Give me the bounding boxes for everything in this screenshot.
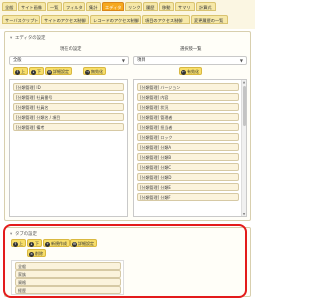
tab-general[interactable]: 全般	[2, 2, 17, 11]
current-settings-list[interactable]: [分類管理] ID [分類管理] 社員番号 [分類管理] 社員名 [分類管理] …	[9, 79, 128, 217]
editor-settings-panel: ▾ エディタの設定 現在の設定 選択肢一覧 全般 ▼ 項目 ▼ ↑ 上 ↓ 下 ⚙ 詳細設定…	[4, 31, 251, 221]
scroll-thumb[interactable]	[243, 86, 246, 126]
arrow-right-icon: →	[85, 70, 90, 75]
tab-filter[interactable]: フィルタ	[63, 2, 85, 11]
scroll-up-icon[interactable]: ▲	[242, 80, 246, 84]
list-item[interactable]: [分類管理] 分類C	[137, 163, 239, 171]
enable-button[interactable]: ← 有効化	[179, 67, 202, 75]
tab-server-script[interactable]: サーバスクリプト	[2, 15, 40, 24]
available-options-select[interactable]: 項目 ▼	[133, 56, 247, 65]
list-item[interactable]: [分類管理] 内容	[137, 93, 239, 101]
list-item[interactable]: [分類管理] ID	[13, 83, 124, 91]
chevron-down-icon: ▼	[121, 58, 125, 63]
tab-aggregation[interactable]: 集計	[86, 2, 101, 11]
current-settings-label: 現在の設定	[60, 47, 82, 52]
list-item[interactable]: [分類管理] 状況	[137, 103, 239, 111]
list-item[interactable]: [分類管理] 分類D	[137, 173, 239, 181]
tab-move[interactable]: 移動	[159, 2, 174, 11]
tab-editor[interactable]: エディタ	[102, 2, 124, 11]
tab-site-access-control[interactable]: サイトのアクセス制御	[41, 15, 89, 24]
move-down-button[interactable]: ↓ 下	[29, 67, 44, 75]
settings-tab-bar: 全般 サイト画像 一覧 フィルタ 集計 エディタ リンク 履歴 移動 サマリ 計…	[0, 0, 255, 29]
chevron-down-icon: ▼	[239, 58, 243, 63]
tab-formula[interactable]: 計算式	[196, 2, 216, 11]
list-item[interactable]: [分類管理] 分類A	[137, 143, 239, 151]
disable-button[interactable]: → 無効化	[83, 67, 106, 75]
arrow-up-icon: ↑	[15, 70, 20, 75]
list-item[interactable]: [分類管理] バージョン	[137, 83, 239, 91]
list-item[interactable]: [分類管理] 社員番号	[13, 93, 124, 101]
tab-column-access-control[interactable]: 項目のアクセス制御	[142, 15, 190, 24]
current-settings-select[interactable]: 全般 ▼	[9, 56, 129, 65]
scroll-down-icon[interactable]: ▼	[242, 212, 246, 216]
list-item[interactable]: [分類管理] 社員名	[13, 103, 124, 111]
list-item[interactable]: [分類管理] 分類B	[137, 153, 239, 161]
tab-change-history-list[interactable]: 変更履歴の一覧	[191, 15, 228, 24]
list-item[interactable]: [分類管理] 分類名 / 項目	[13, 113, 124, 121]
tab-history[interactable]: 履歴	[143, 2, 158, 11]
tab-list[interactable]: 一覧	[47, 2, 62, 11]
list-item[interactable]: [分類管理] 管理者	[137, 113, 239, 121]
list-item[interactable]: [分類管理] 備考	[13, 123, 124, 131]
list-item[interactable]: [分類管理] 担当者	[137, 123, 239, 131]
available-options-label: 選択肢一覧	[180, 47, 202, 52]
list-item[interactable]: [分類管理] 分類E	[137, 183, 239, 191]
tab-record-access-control[interactable]: レコードのアクセス制御	[90, 15, 141, 24]
detail-settings-button[interactable]: ⚙ 詳細設定	[45, 67, 72, 75]
list-scrollbar[interactable]: ▲ ▼	[241, 80, 246, 216]
tab-summary[interactable]: サマリ	[175, 2, 195, 11]
move-up-button[interactable]: ↑ 上	[13, 67, 28, 75]
list-item[interactable]: [分類管理] 分類F	[137, 193, 239, 201]
list-item[interactable]: [分類管理] ロック	[137, 133, 239, 141]
tab-link[interactable]: リンク	[125, 2, 142, 11]
arrow-down-icon: ↓	[31, 70, 36, 75]
tab-site-image[interactable]: サイト画像	[18, 2, 46, 11]
highlight-annotation	[3, 224, 247, 298]
gear-icon: ⚙	[47, 70, 52, 75]
editor-settings-title[interactable]: ▾ エディタの設定	[10, 35, 45, 41]
arrow-left-icon: ←	[181, 70, 186, 75]
available-options-list[interactable]: [分類管理] バージョン [分類管理] 内容 [分類管理] 状況 [分類管理] …	[133, 79, 247, 217]
